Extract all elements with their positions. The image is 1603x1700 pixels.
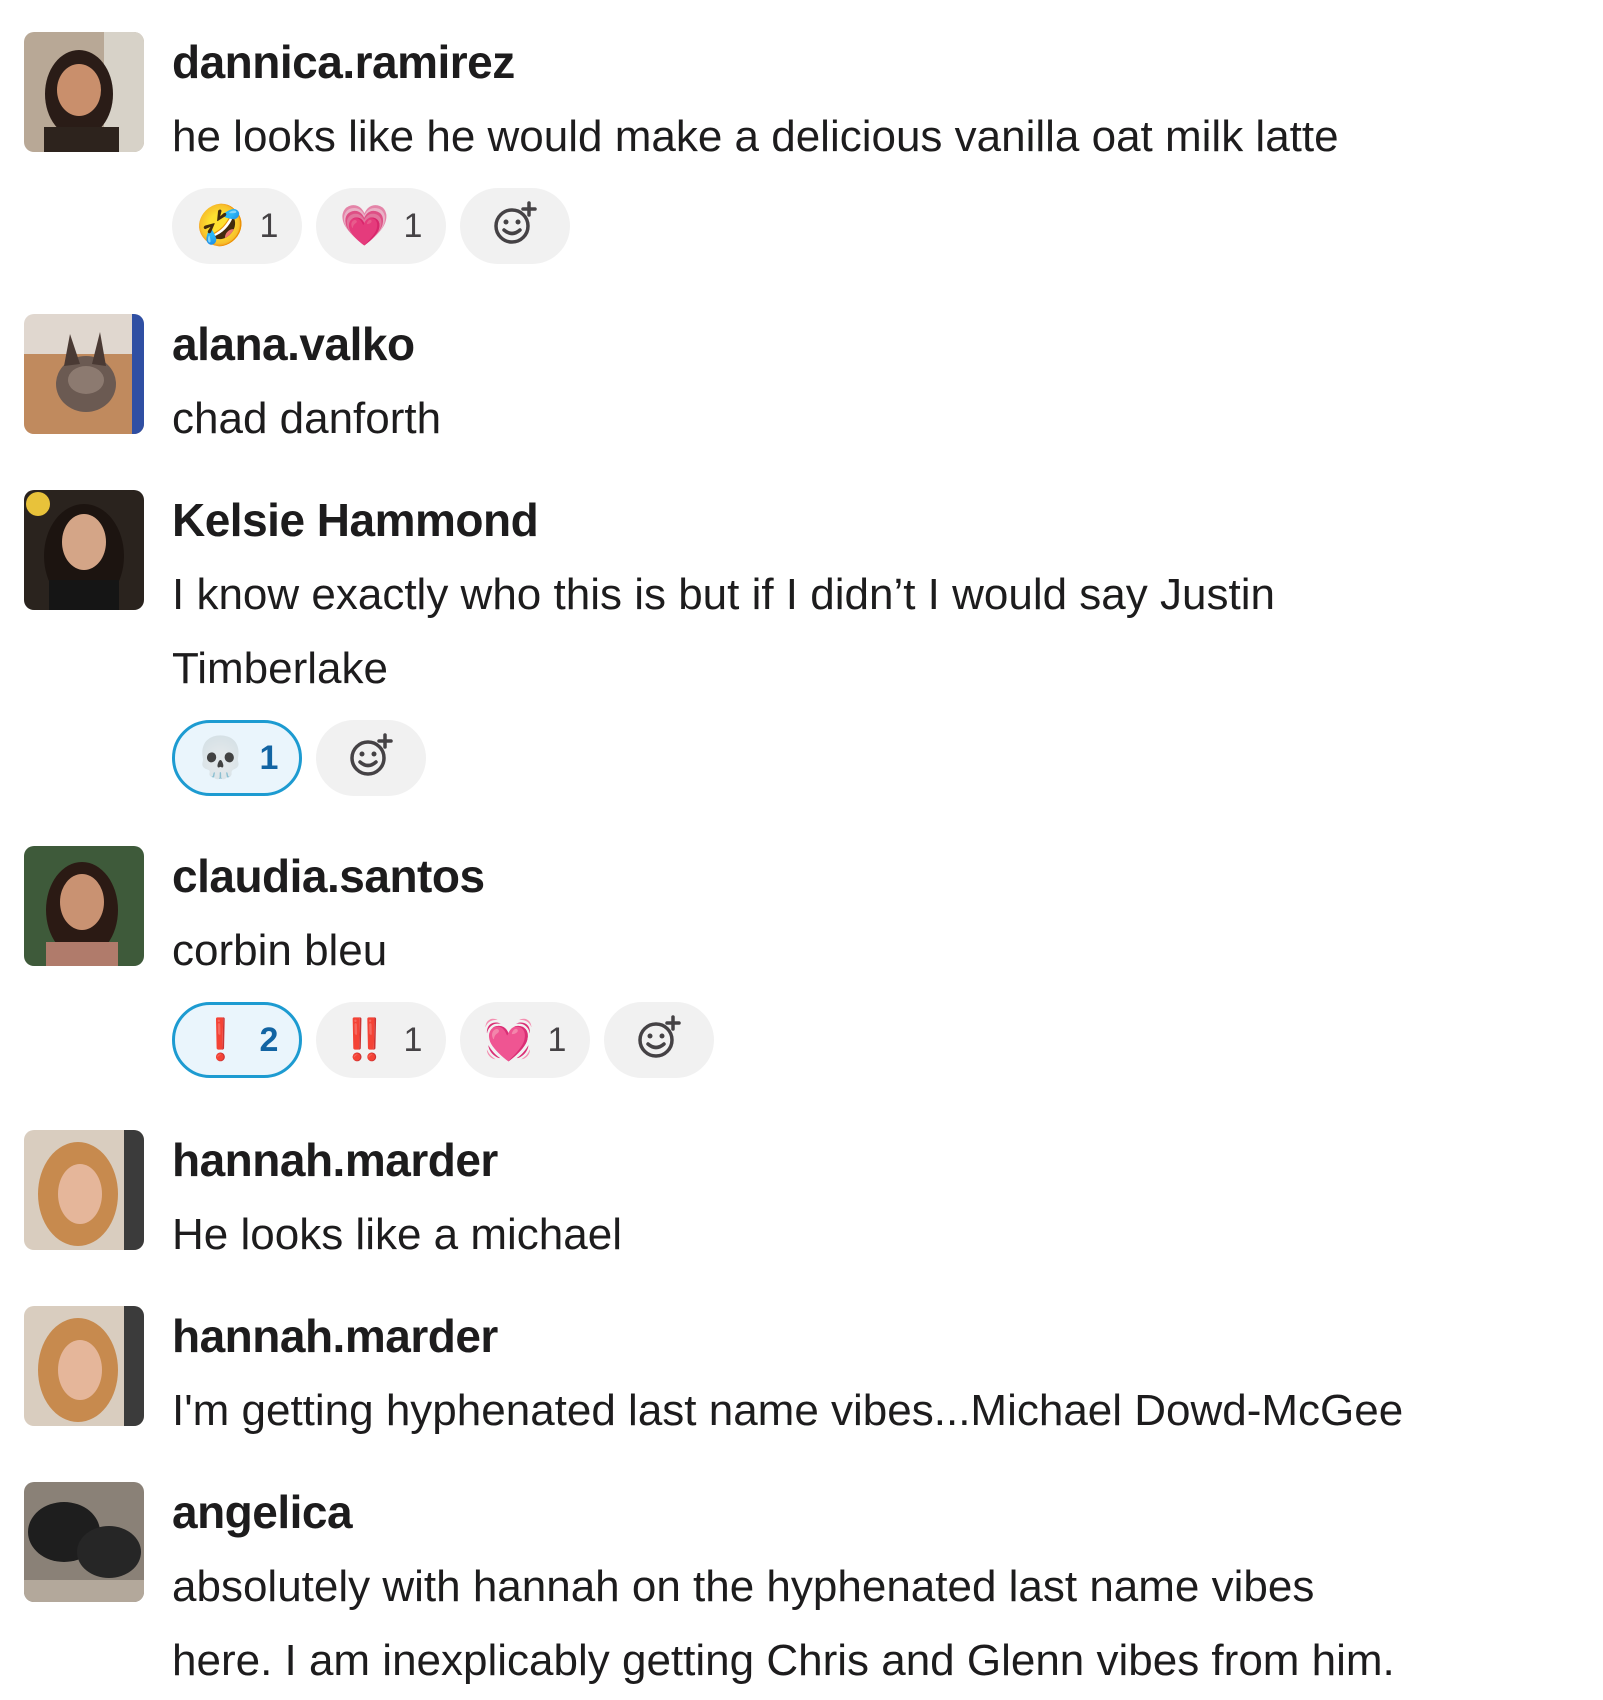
message-text: he looks like he would make a delicious … bbox=[172, 112, 1339, 161]
double-exclamation-icon: ‼️ bbox=[339, 1018, 390, 1062]
reaction-pill[interactable]: 💀 1 bbox=[172, 720, 302, 796]
reaction-count: 1 bbox=[403, 206, 423, 245]
message-text-line: absolutely with hannah on the hyphenated… bbox=[172, 1562, 1315, 1611]
message-text-line: here. I am inexplicably getting Chris an… bbox=[172, 1636, 1395, 1685]
add-reaction-button[interactable] bbox=[604, 1002, 714, 1078]
beating-heart-icon: 💓 bbox=[483, 1018, 534, 1062]
exclamation-icon: ❗ bbox=[195, 1018, 246, 1062]
avatar[interactable] bbox=[24, 314, 144, 434]
reactions-bar: 💀 1 bbox=[172, 720, 1579, 796]
reaction-count: 1 bbox=[547, 1020, 567, 1059]
message-username[interactable]: hannah.marder bbox=[172, 1130, 498, 1190]
message-text: I know exactly who this is but if I didn… bbox=[172, 558, 1579, 706]
avatar[interactable] bbox=[24, 32, 144, 152]
message-text: corbin bleu bbox=[172, 926, 388, 975]
reaction-count: 1 bbox=[259, 206, 279, 245]
message-text-line: I know exactly who this is but if I didn… bbox=[172, 570, 1275, 619]
reaction-count: 2 bbox=[259, 1020, 279, 1059]
message-username[interactable]: Kelsie Hammond bbox=[172, 490, 539, 550]
reactions-bar: ❗ 2 ‼️ 1 💓 1 bbox=[172, 1002, 1579, 1078]
message-text-line: Timberlake bbox=[172, 644, 388, 693]
avatar[interactable] bbox=[24, 1482, 144, 1602]
reaction-pill[interactable]: ‼️ 1 bbox=[316, 1002, 446, 1078]
add-reaction-button[interactable] bbox=[460, 188, 570, 264]
add-reaction-icon bbox=[636, 1014, 682, 1066]
message-username[interactable]: hannah.marder bbox=[172, 1306, 498, 1366]
reactions-bar: 🤣 1 💗 1 bbox=[172, 188, 1579, 264]
skull-icon: 💀 bbox=[195, 736, 246, 780]
message-username[interactable]: alana.valko bbox=[172, 314, 415, 374]
message-username[interactable]: dannica.ramirez bbox=[172, 32, 515, 92]
add-reaction-icon bbox=[492, 200, 538, 252]
add-reaction-icon bbox=[348, 732, 394, 784]
reaction-pill[interactable]: 💗 1 bbox=[316, 188, 446, 264]
message-text: absolutely with hannah on the hyphenated… bbox=[172, 1550, 1579, 1698]
message-text: I'm getting hyphenated last name vibes..… bbox=[172, 1386, 1404, 1435]
reaction-pill[interactable]: ❗ 2 bbox=[172, 1002, 302, 1078]
reaction-pill[interactable]: 🤣 1 bbox=[172, 188, 302, 264]
rofl-icon: 🤣 bbox=[195, 204, 246, 248]
avatar[interactable] bbox=[24, 846, 144, 966]
message-text: chad danforth bbox=[172, 394, 442, 443]
message-text: He looks like a michael bbox=[172, 1210, 622, 1259]
heart-icon: 💗 bbox=[339, 204, 390, 248]
reaction-count: 1 bbox=[403, 1020, 423, 1059]
add-reaction-button[interactable] bbox=[316, 720, 426, 796]
message-username[interactable]: claudia.santos bbox=[172, 846, 485, 906]
message-username[interactable]: angelica bbox=[172, 1482, 353, 1542]
avatar[interactable] bbox=[24, 1130, 144, 1250]
reaction-pill[interactable]: 💓 1 bbox=[460, 1002, 590, 1078]
reaction-count: 1 bbox=[259, 738, 279, 777]
avatar[interactable] bbox=[24, 1306, 144, 1426]
avatar[interactable] bbox=[24, 490, 144, 610]
